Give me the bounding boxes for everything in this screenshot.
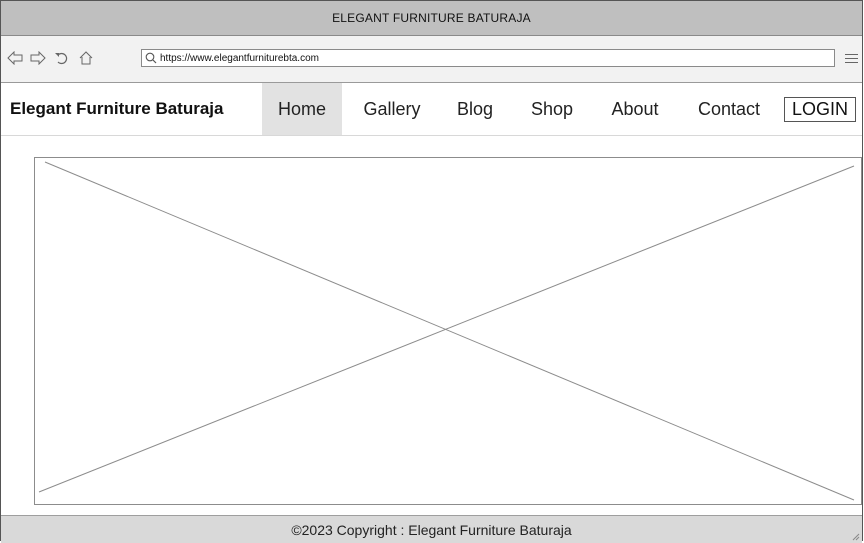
site-navbar: Elegant Furniture Baturaja Home Gallery …	[1, 83, 862, 136]
url-text[interactable]: https://www.elegantfurniturebta.com	[160, 53, 319, 64]
site-footer: ©2023 Copyright : Elegant Furniture Batu…	[1, 515, 862, 543]
nav-gallery[interactable]: Gallery	[357, 83, 427, 135]
browser-window: ELEGANT FURNITURE BATURAJA https://www.e…	[0, 0, 863, 543]
resize-grip-icon[interactable]	[850, 531, 860, 541]
menu-icon[interactable]	[842, 48, 860, 68]
nav-blog[interactable]: Blog	[451, 83, 499, 135]
nav-home[interactable]: Home	[262, 83, 342, 135]
window-titlebar: ELEGANT FURNITURE BATURAJA	[1, 1, 862, 36]
footer-copyright: ©2023 Copyright : Elegant Furniture Batu…	[291, 521, 572, 538]
window-title: ELEGANT FURNITURE BATURAJA	[332, 11, 531, 25]
home-icon[interactable]	[76, 48, 96, 68]
nav-shop[interactable]: Shop	[524, 83, 580, 135]
nav-about[interactable]: About	[603, 83, 667, 135]
placeholder-cross-icon	[38, 161, 855, 501]
search-icon	[142, 50, 160, 66]
nav-contact[interactable]: Contact	[690, 83, 768, 135]
address-bar[interactable]: https://www.elegantfurniturebta.com	[141, 49, 835, 67]
back-icon[interactable]	[5, 48, 25, 68]
site-brand[interactable]: Elegant Furniture Baturaja	[10, 83, 223, 135]
forward-icon[interactable]	[28, 48, 48, 68]
browser-toolbar: https://www.elegantfurniturebta.com	[1, 36, 862, 83]
hero-image-placeholder	[34, 157, 862, 505]
login-button[interactable]: LOGIN	[784, 97, 856, 122]
reload-icon[interactable]	[52, 48, 72, 68]
